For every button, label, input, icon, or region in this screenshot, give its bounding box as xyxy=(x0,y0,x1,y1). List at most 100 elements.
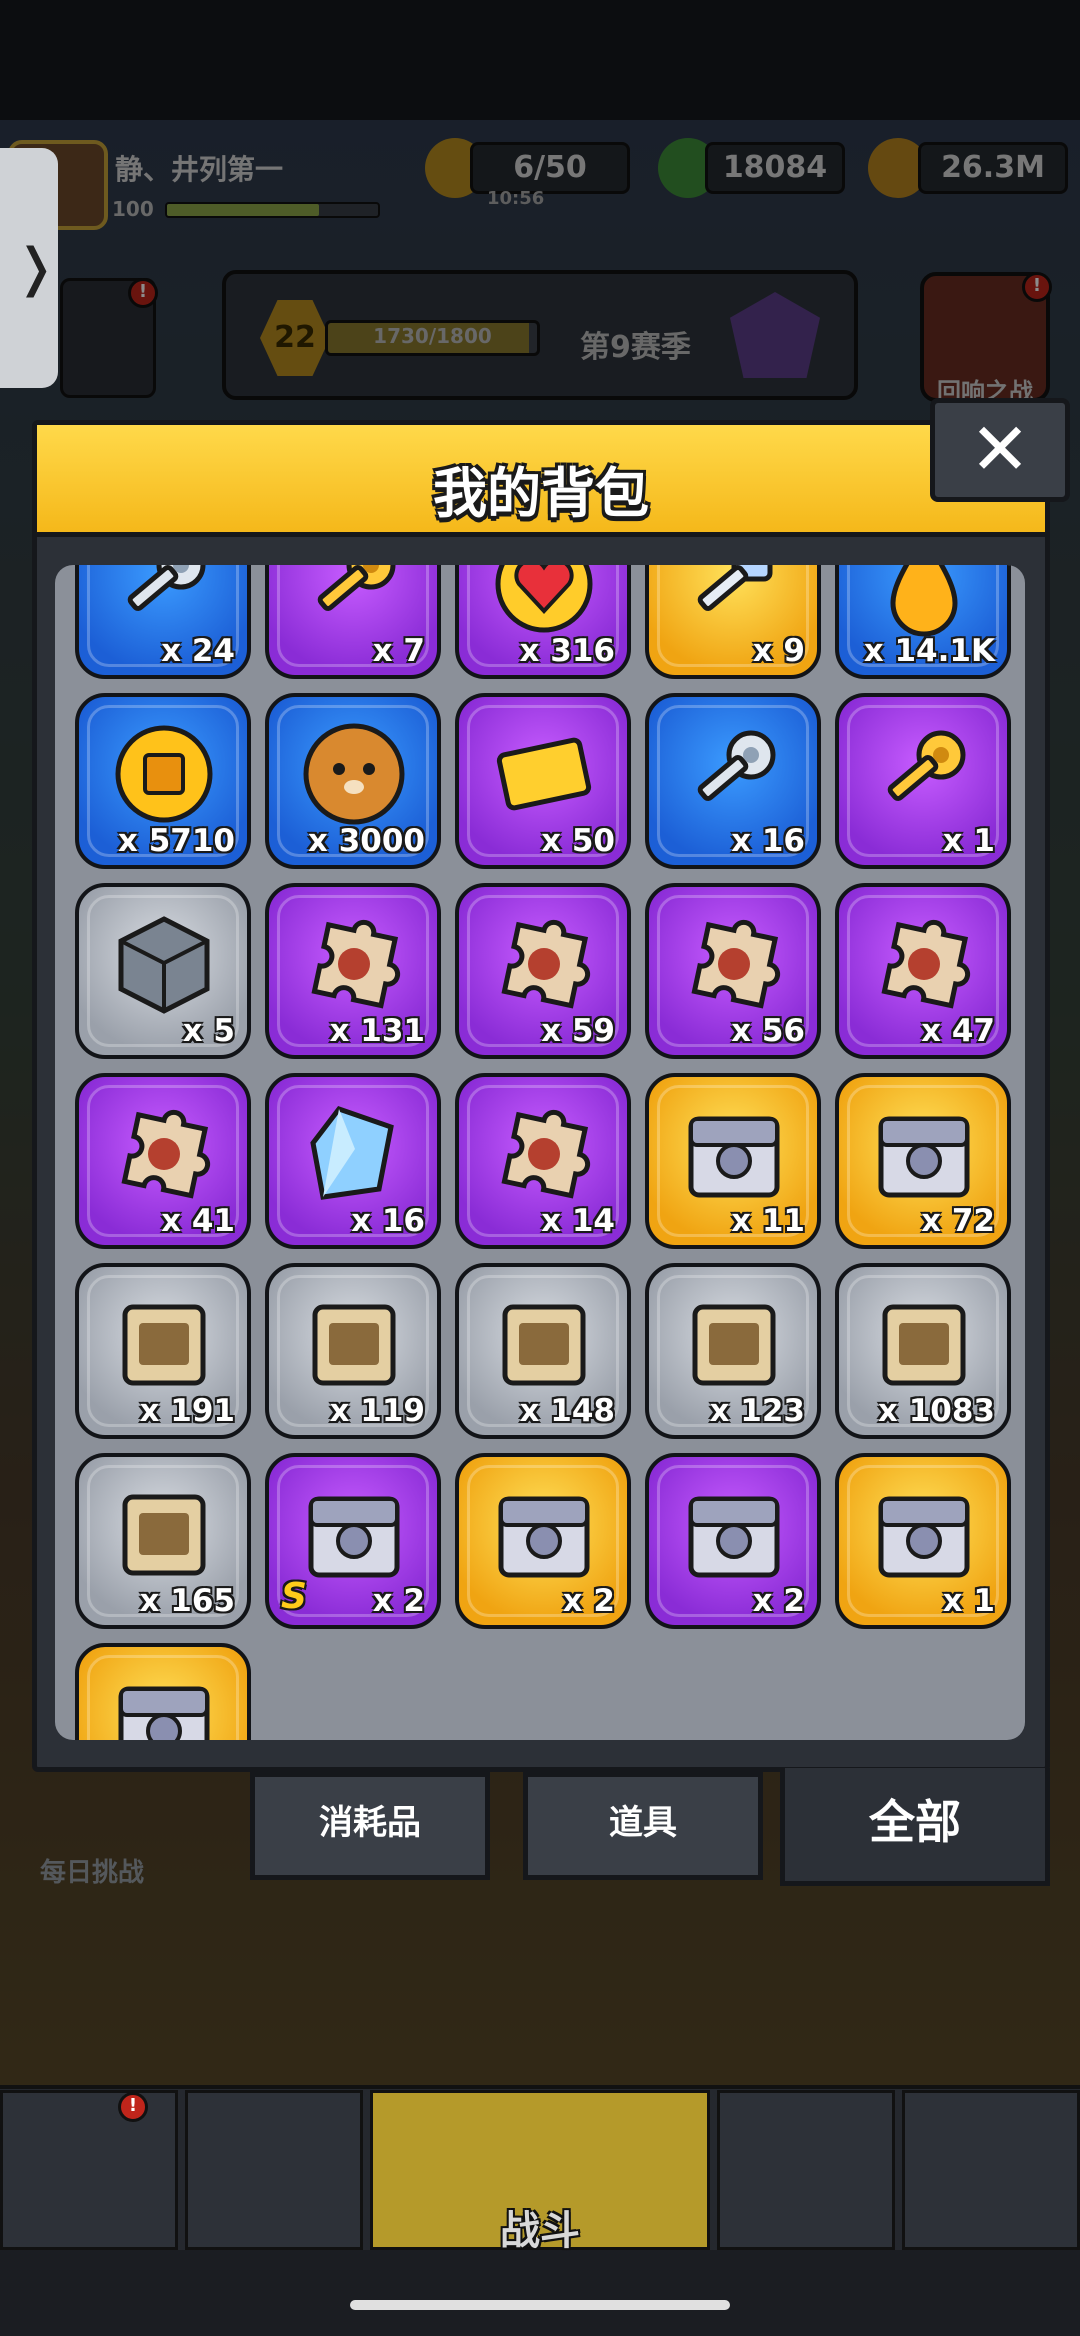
item-quantity: x 119 xyxy=(329,1393,426,1429)
inventory-slot-purple-chest[interactable]: x 2 xyxy=(645,1453,821,1629)
home-indicator[interactable] xyxy=(350,2300,730,2310)
item-quantity: x 7 xyxy=(372,633,425,669)
close-button[interactable]: ✕ xyxy=(930,398,1070,502)
item-quantity: x 11 xyxy=(731,1203,805,1239)
close-icon: ✕ xyxy=(969,407,1031,491)
item-quantity: x 316 xyxy=(519,633,616,669)
ticket-icon xyxy=(489,719,599,829)
puzzle-icon xyxy=(679,909,789,1019)
heart-icon xyxy=(489,565,599,639)
inventory-slot-gold-chest-2[interactable]: x 72 xyxy=(835,1073,1011,1249)
inventory-slot-scroll-belt[interactable]: x 123 xyxy=(645,1263,821,1439)
gold-key-icon xyxy=(869,719,979,829)
chest-icon xyxy=(679,1099,789,1209)
cube-icon xyxy=(109,909,219,1019)
item-quantity: x 16 xyxy=(351,1203,425,1239)
modal-title: 我的背包 xyxy=(433,462,649,525)
inventory-slot-paw-silver-key[interactable]: x 16 xyxy=(645,693,821,869)
inventory-slot-gold-key[interactable]: x 7 xyxy=(265,565,441,679)
nav-battle-label: 战斗 xyxy=(500,2208,580,2254)
inventory-slot-puzzle-red-1[interactable]: x 131 xyxy=(265,883,441,1059)
inventory-slot-scroll-boots[interactable]: x 165 xyxy=(75,1453,251,1629)
item-quantity: x 47 xyxy=(921,1013,995,1049)
item-quantity: x 59 xyxy=(541,1013,615,1049)
item-quantity: x 16 xyxy=(731,823,805,859)
puzzle-icon xyxy=(489,909,599,1019)
item-quantity: x 148 xyxy=(519,1393,616,1429)
puzzle-icon xyxy=(869,909,979,1019)
inventory-slot-gold-ticket[interactable]: x 50 xyxy=(455,693,631,869)
puzzle-icon xyxy=(299,909,409,1019)
item-quantity: x 56 xyxy=(731,1013,805,1049)
item-quantity: x 2 xyxy=(562,1583,615,1619)
inventory-slot-puzzle-red-2[interactable]: x 59 xyxy=(455,883,631,1059)
inventory-slot-gold-drop[interactable]: x 14.1K xyxy=(835,565,1011,679)
inventory-slot-scroll-glove[interactable]: x 1083 xyxy=(835,1263,1011,1439)
puzzle-icon xyxy=(109,1099,219,1209)
item-quantity: x 50 xyxy=(541,823,615,859)
inventory-slot-scroll-necklace[interactable]: x 148 xyxy=(455,1263,631,1439)
inventory-slot-gold-coin[interactable]: x 5710 xyxy=(75,693,251,869)
chest-icon xyxy=(299,1479,409,1589)
nav-shop[interactable] xyxy=(0,2090,178,2250)
item-quantity: x 41 xyxy=(161,1203,235,1239)
item-quantity: x 1 xyxy=(942,1583,995,1619)
inventory-slot-puzzle-tan[interactable]: x 47 xyxy=(835,883,1011,1059)
screen: 静、井列第一 100 6/50 10:56 18084 26.3M ! 22 1… xyxy=(0,0,1080,2336)
item-quantity: x 14.1K xyxy=(863,633,995,669)
chest-icon xyxy=(489,1479,599,1589)
coin-icon xyxy=(109,719,219,829)
item-quantity: x 24 xyxy=(161,633,235,669)
puzzle-icon xyxy=(489,1099,599,1209)
scroll-icon xyxy=(489,1289,599,1399)
inventory-slot-crystal-key[interactable]: x 9 xyxy=(645,565,821,679)
item-quantity: x 1083 xyxy=(877,1393,995,1429)
crystal-key-icon xyxy=(679,565,789,639)
inventory-slot-puzzle-green-2[interactable]: x 14 xyxy=(455,1073,631,1249)
item-quantity: x 165 xyxy=(139,1583,236,1619)
item-quantity: x 3000 xyxy=(307,823,425,859)
silver-key-icon xyxy=(679,719,789,829)
inventory-slot-dog-cookie[interactable]: x 3000 xyxy=(265,693,441,869)
tab-consumables[interactable]: 消耗品 xyxy=(250,1772,490,1880)
shop-alert-dot: ! xyxy=(118,2092,148,2122)
tab-all[interactable]: 全部 xyxy=(780,1768,1050,1886)
tab-items[interactable]: 道具 xyxy=(523,1772,763,1880)
grade-badge: S xyxy=(281,1576,307,1617)
chest-icon xyxy=(679,1479,789,1589)
inventory-slot-gold-chest-4[interactable]: x 1 xyxy=(835,1453,1011,1629)
inventory-slot-blue-crystal[interactable]: x 16 xyxy=(265,1073,441,1249)
item-quantity: x 9 xyxy=(752,633,805,669)
chest-icon xyxy=(869,1099,979,1209)
inventory-slot-gold-chest-5[interactable] xyxy=(75,1643,251,1740)
modal-header: 我的背包 xyxy=(37,425,1045,537)
nav-heroes[interactable] xyxy=(717,2090,895,2250)
inventory-slot-heart-token[interactable]: x 316 xyxy=(455,565,631,679)
scroll-icon xyxy=(109,1479,219,1589)
scroll-icon xyxy=(869,1289,979,1399)
chevron-right-icon: ❭ xyxy=(14,238,58,298)
inventory-slot-paw-gold-key[interactable]: x 1 xyxy=(835,693,1011,869)
scroll-icon xyxy=(109,1289,219,1399)
status-bar-area xyxy=(0,0,1080,120)
inventory-grid[interactable]: x 24 x 7 x 316 x 9 x 14.1K x 5710 x 3000 x 50 x … xyxy=(55,565,1025,1740)
nav-equipment[interactable] xyxy=(185,2090,363,2250)
item-quantity: x 131 xyxy=(329,1013,426,1049)
inventory-slot-puzzle-green-1[interactable]: x 56 xyxy=(645,883,821,1059)
inventory-slot-puzzle-red-3[interactable]: x 41 xyxy=(75,1073,251,1249)
inventory-slot-cube[interactable]: x 5 xyxy=(75,883,251,1059)
inventory-slot-scroll-weapon[interactable]: x 191 xyxy=(75,1263,251,1439)
inventory-slot-silver-key[interactable]: x 24 xyxy=(75,565,251,679)
item-quantity: x 1 xyxy=(942,823,995,859)
item-quantity: x 14 xyxy=(541,1203,615,1239)
item-quantity: x 72 xyxy=(921,1203,995,1239)
item-quantity: x 2 xyxy=(372,1583,425,1619)
inventory-slot-s-chest[interactable]: Sx 2 xyxy=(265,1453,441,1629)
inventory-slot-gold-chest-1[interactable]: x 11 xyxy=(645,1073,821,1249)
inventory-slot-gold-chest-3[interactable]: x 2 xyxy=(455,1453,631,1629)
inventory-slot-scroll-armor[interactable]: x 119 xyxy=(265,1263,441,1439)
side-drawer-tab[interactable]: ❭ xyxy=(0,148,58,388)
cookie-icon xyxy=(299,719,409,829)
nav-scroll[interactable] xyxy=(902,2090,1080,2250)
gold-key-icon xyxy=(299,565,409,639)
